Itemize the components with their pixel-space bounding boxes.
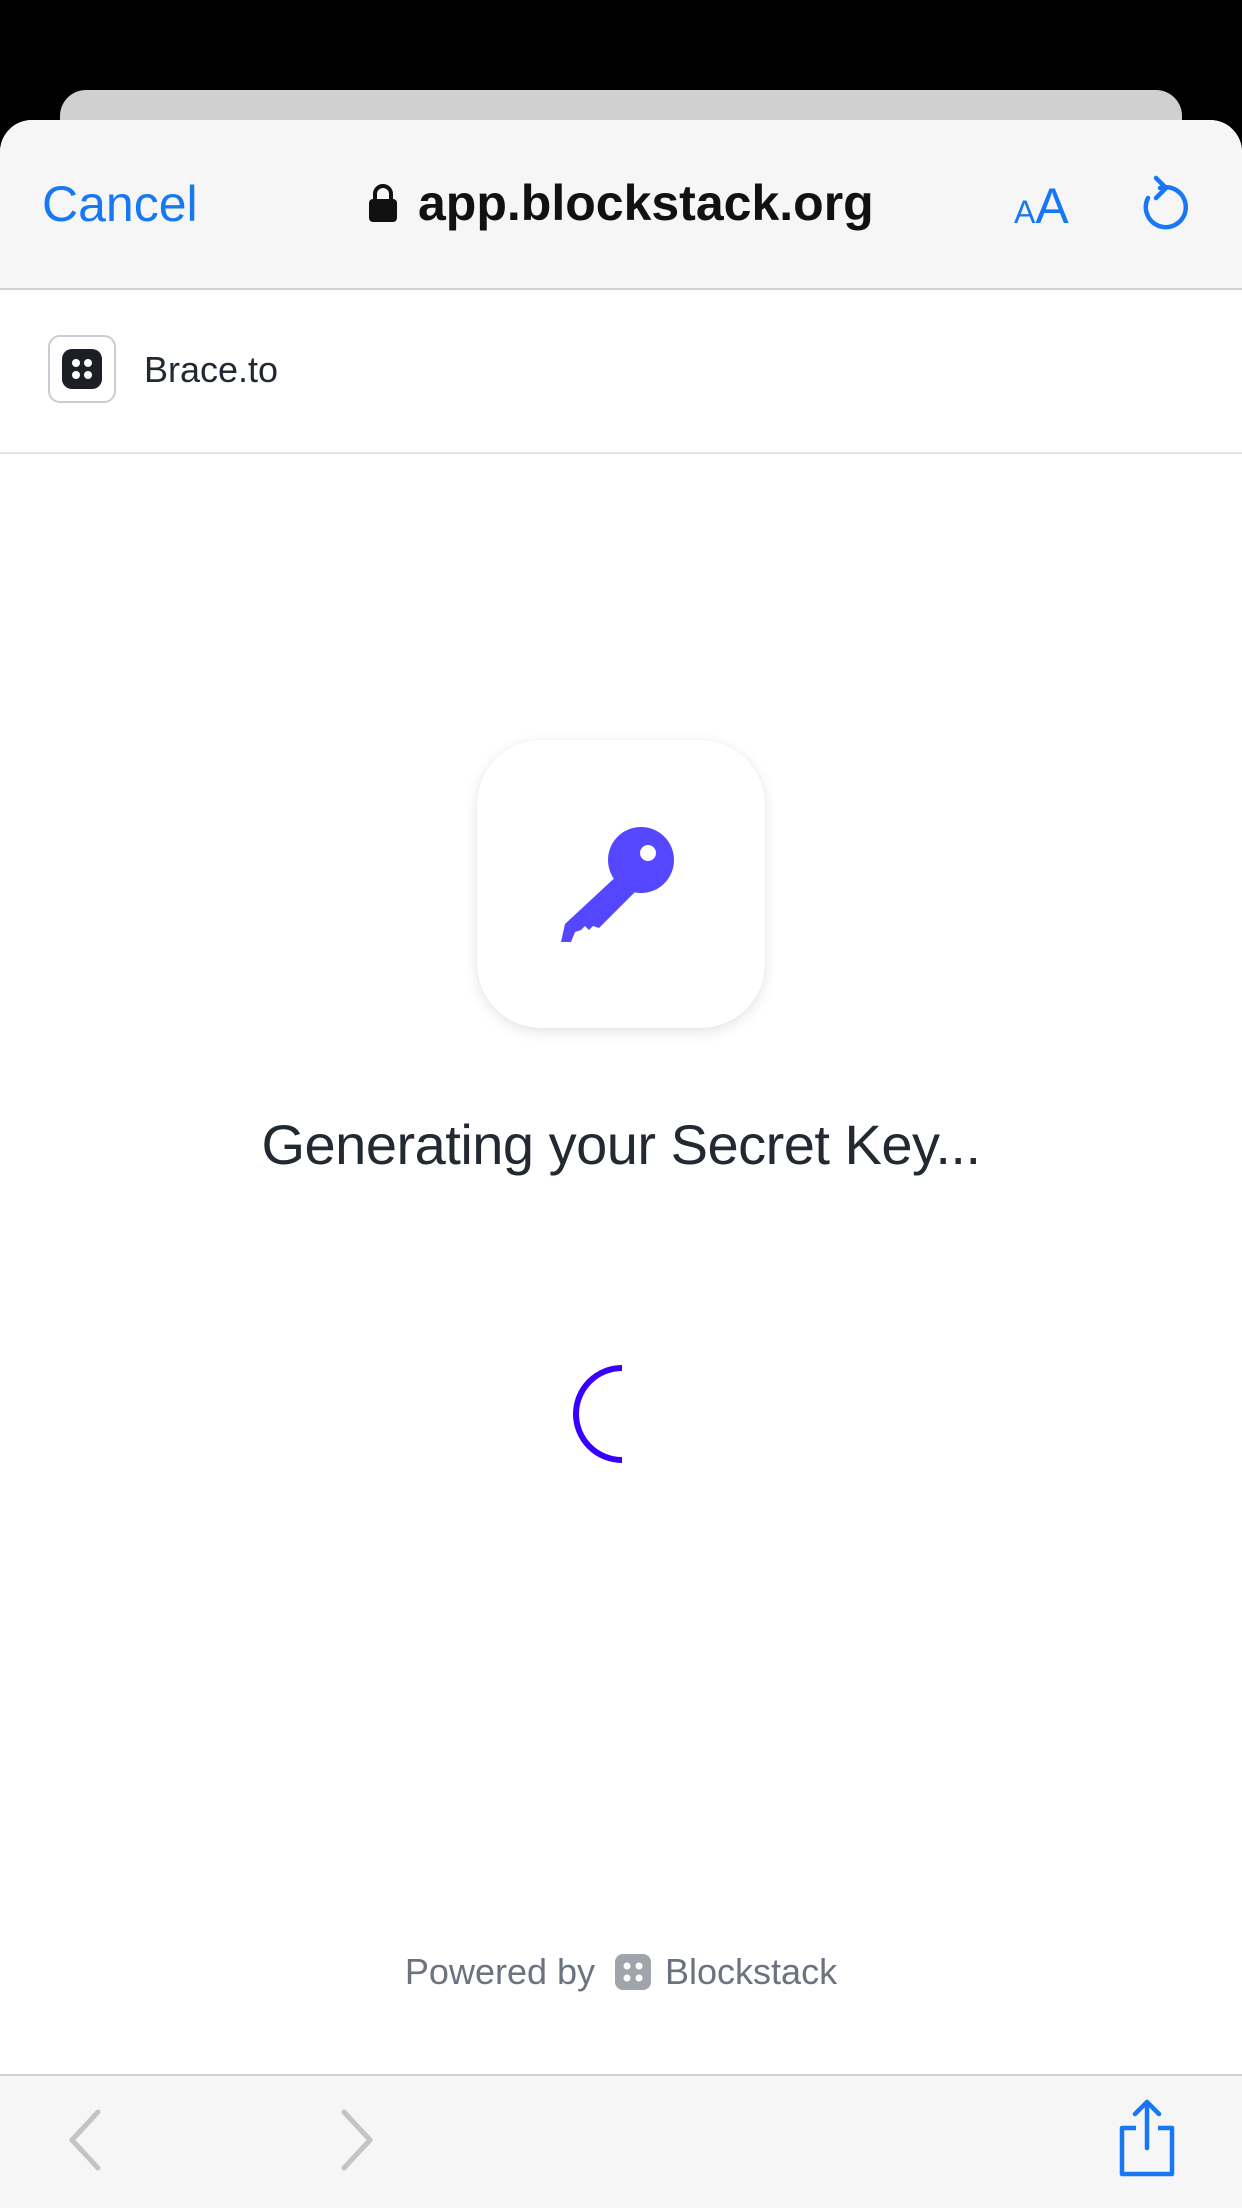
lock-icon — [369, 184, 397, 222]
cancel-button[interactable]: Cancel — [42, 174, 198, 234]
share-icon[interactable] — [1116, 2098, 1178, 2178]
app-logo — [48, 335, 116, 403]
text-size-big-glyph: A — [1035, 178, 1069, 234]
reload-icon[interactable] — [1136, 174, 1190, 234]
text-size-button[interactable]: AA — [1014, 176, 1069, 249]
browser-bottom-toolbar — [0, 2074, 1242, 2208]
chevron-left-icon[interactable] — [66, 2108, 106, 2172]
blockstack-logo-icon — [615, 1954, 652, 1990]
key-tile — [477, 740, 765, 1028]
blockstack-brand-label[interactable]: Blockstack — [665, 1950, 837, 1994]
address-bar[interactable]: app.blockstack.org — [368, 170, 874, 236]
status-heading: Generating your Secret Key... — [261, 1113, 981, 1176]
browser-top-bar: Cancel app.blockstack.org AA — [0, 120, 1242, 290]
app-name: Brace.to — [144, 349, 279, 390]
key-icon — [561, 827, 674, 942]
url-text: app.blockstack.org — [418, 175, 874, 231]
brace-logo-icon — [62, 349, 102, 389]
powered-by-label: Powered by — [404, 1951, 596, 1992]
chevron-right-icon[interactable] — [336, 2108, 376, 2172]
loading-spinner — [573, 1365, 623, 1463]
text-size-small-glyph: A — [1014, 194, 1036, 230]
app-header: Brace.to — [0, 290, 1242, 454]
safari-view-controller: Cancel app.blockstack.org AA Brace.to Ge… — [0, 120, 1242, 2208]
powered-by: Powered by Blockstack — [0, 1950, 1242, 1994]
